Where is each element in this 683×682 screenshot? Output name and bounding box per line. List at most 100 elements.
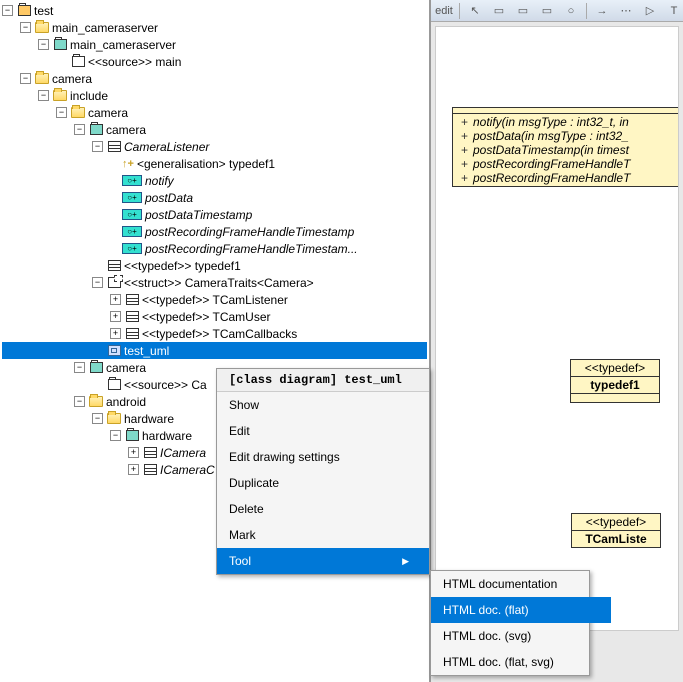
tree-item[interactable]: <<typedef>> typedef1	[2, 257, 427, 274]
menu-item-mark[interactable]: Mark	[217, 522, 429, 548]
label: postData	[145, 191, 193, 205]
label: camera	[52, 72, 92, 86]
tree-item[interactable]: −<<struct>> CameraTraits<Camera>	[2, 274, 427, 291]
expand-icon[interactable]: +	[128, 464, 139, 475]
label: CameraListener	[124, 140, 209, 154]
expand-icon[interactable]: +	[128, 447, 139, 458]
tree-panel: −test −main_cameraserver −main_cameraser…	[0, 0, 431, 682]
menu-title: [class diagram] test_uml	[217, 369, 429, 392]
collapse-icon[interactable]: −	[92, 141, 103, 152]
generalisation-icon: ↑+	[122, 158, 134, 170]
uml-operation: postDataTimestamp(in timest	[473, 143, 629, 157]
menu-item-html-doc-svg[interactable]: HTML doc. (svg)	[431, 623, 611, 649]
tool-box-icon[interactable]: ▭	[514, 2, 532, 20]
tree-root[interactable]: − test	[2, 2, 427, 19]
uml-stereotype: <<typedef>	[571, 360, 659, 377]
tool-assoc-icon[interactable]: →	[593, 2, 611, 20]
collapse-icon[interactable]: −	[20, 73, 31, 84]
collapse-icon[interactable]: −	[74, 396, 85, 407]
menu-item-edit[interactable]: Edit	[217, 418, 429, 444]
uml-class-typedef1[interactable]: <<typedef> typedef1	[570, 359, 660, 403]
collapse-icon[interactable]: −	[74, 124, 85, 135]
folder-icon	[34, 21, 50, 35]
tree-item[interactable]: ○+postRecordingFrameHandleTimestam...	[2, 240, 427, 257]
tool-gen-icon[interactable]: ▷	[641, 2, 659, 20]
class-icon	[106, 140, 122, 154]
tree-item[interactable]: <<source>> main	[2, 53, 427, 70]
tree-item[interactable]: −main_cameraserver	[2, 19, 427, 36]
toolbar: edit ↖ ▭ ▭ ▭ ○ → ⋯ ▷ T	[431, 0, 683, 22]
tree-item[interactable]: −camera	[2, 121, 427, 138]
tree-item[interactable]: ○+postDataTimestamp	[2, 206, 427, 223]
uml-operation: postData(in msgType : int32_	[473, 129, 629, 143]
operation-icon: ○+	[122, 175, 142, 186]
package-icon	[16, 4, 32, 18]
tool-arrow-icon[interactable]: ↖	[466, 2, 484, 20]
menu-item-show[interactable]: Show	[217, 392, 429, 418]
tree-item[interactable]: +<<typedef>> TCamListener	[2, 291, 427, 308]
tree-item[interactable]: +<<typedef>> TCamCallbacks	[2, 325, 427, 342]
tree-item[interactable]: ↑+<generalisation> typedef1	[2, 155, 427, 172]
menu-item-tool[interactable]: Tool▶	[217, 548, 429, 574]
template-icon	[106, 276, 122, 290]
folder-icon	[70, 106, 86, 120]
label: test	[34, 4, 53, 18]
tree-item[interactable]: ○+notify	[2, 172, 427, 189]
label: <<source>> main	[88, 55, 181, 69]
tree-item[interactable]: +<<typedef>> TCamUser	[2, 308, 427, 325]
submenu-tool[interactable]: HTML documentation HTML doc. (flat) HTML…	[430, 570, 590, 676]
uml-name: TCamListe	[572, 531, 660, 547]
uml-class-cameralistener[interactable]: +notify(in msgType : int32_t, in +postDa…	[452, 107, 679, 187]
tree-item[interactable]: − camera	[2, 70, 427, 87]
diagram-canvas[interactable]: +notify(in msgType : int32_t, in +postDa…	[435, 26, 679, 631]
collapse-icon[interactable]: −	[74, 362, 85, 373]
collapse-icon[interactable]: −	[2, 5, 13, 16]
collapse-icon[interactable]: −	[110, 430, 121, 441]
tool-box2-icon[interactable]: ▭	[538, 2, 556, 20]
tool-line-icon[interactable]: ⋯	[617, 2, 635, 20]
tool-circle-icon[interactable]: ○	[562, 2, 580, 20]
uml-operation: postRecordingFrameHandleT	[473, 157, 630, 171]
label: camera	[106, 361, 146, 375]
package-icon	[88, 123, 104, 137]
collapse-icon[interactable]: −	[38, 90, 49, 101]
label: ICamera	[160, 446, 206, 460]
collapse-icon[interactable]: −	[92, 413, 103, 424]
menu-item-html-doc-flat-svg[interactable]: HTML doc. (flat, svg)	[431, 649, 611, 675]
expand-icon[interactable]: +	[110, 294, 121, 305]
class-icon	[106, 259, 122, 273]
tree-item[interactable]: −main_cameraserver	[2, 36, 427, 53]
operation-icon: ○+	[122, 226, 142, 237]
label: postRecordingFrameHandleTimestam...	[145, 242, 358, 256]
tool-text-icon[interactable]: T	[665, 2, 683, 20]
collapse-icon[interactable]: −	[38, 39, 49, 50]
operation-icon: ○+	[122, 209, 142, 220]
collapse-icon[interactable]: −	[92, 277, 103, 288]
tree-item-selected[interactable]: test_uml	[2, 342, 427, 359]
edit-button[interactable]: edit	[435, 2, 453, 20]
menu-item-edit-drawing[interactable]: Edit drawing settings	[217, 444, 429, 470]
menu-item-duplicate[interactable]: Duplicate	[217, 470, 429, 496]
context-menu[interactable]: [class diagram] test_uml Show Edit Edit …	[216, 368, 430, 575]
tree-item[interactable]: ○+postRecordingFrameHandleTimestamp	[2, 223, 427, 240]
class-icon	[142, 463, 158, 477]
menu-item-html-doc-flat[interactable]: HTML doc. (flat)	[431, 597, 611, 623]
operation-icon: ○+	[122, 192, 142, 203]
page-icon	[70, 55, 86, 69]
tree-item[interactable]: − camera	[2, 104, 427, 121]
label: camera	[88, 106, 128, 120]
label: <generalisation> typedef1	[137, 157, 275, 171]
uml-class-tcamlistener[interactable]: <<typedef> TCamListe	[571, 513, 661, 548]
tree-item[interactable]: − CameraListener	[2, 138, 427, 155]
tree-item[interactable]: −include	[2, 87, 427, 104]
menu-item-html-doc[interactable]: HTML documentation	[431, 571, 611, 597]
expand-icon[interactable]: +	[110, 328, 121, 339]
collapse-icon[interactable]: −	[56, 107, 67, 118]
expand-icon[interactable]: +	[110, 311, 121, 322]
menu-item-delete[interactable]: Delete	[217, 496, 429, 522]
tree-item[interactable]: ○+postData	[2, 189, 427, 206]
tool-note-icon[interactable]: ▭	[490, 2, 508, 20]
collapse-icon[interactable]: −	[20, 22, 31, 33]
page-icon	[106, 378, 122, 392]
label: ICameraC	[160, 463, 215, 477]
